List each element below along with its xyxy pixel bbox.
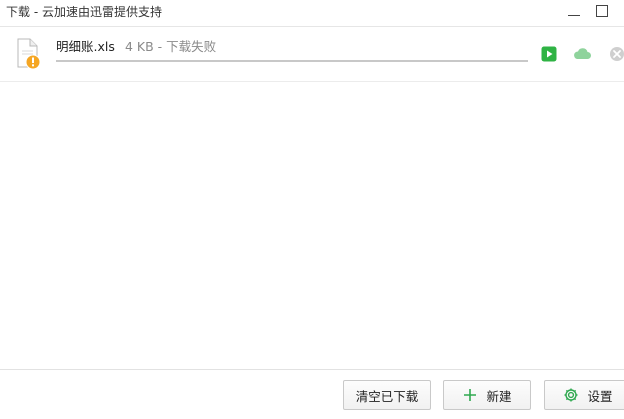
play-icon[interactable] bbox=[541, 46, 557, 62]
minimize-button[interactable] bbox=[560, 0, 588, 24]
window-title: 下载 - 云加速由迅雷提供支持 bbox=[6, 5, 162, 19]
maximize-button[interactable] bbox=[588, 0, 616, 24]
progress-bar bbox=[56, 60, 528, 62]
settings-label: 设置 bbox=[587, 388, 613, 404]
close-circle-icon[interactable] bbox=[609, 46, 624, 62]
progress-fill bbox=[56, 60, 528, 62]
minimize-icon bbox=[568, 15, 580, 16]
gear-icon bbox=[563, 387, 579, 403]
new-download-label: 新建 bbox=[486, 388, 512, 404]
download-status: 4 KB - 下载失败 bbox=[125, 39, 217, 54]
clear-downloaded-button[interactable]: 清空已下载 bbox=[343, 380, 431, 410]
file-warning-icon bbox=[15, 38, 41, 70]
settings-button[interactable]: 设置 bbox=[544, 380, 624, 410]
row-divider bbox=[0, 81, 624, 82]
clear-downloaded-label: 清空已下载 bbox=[355, 388, 419, 404]
download-item[interactable]: 明细账.xls 4 KB - 下载失败 bbox=[0, 27, 624, 81]
plus-icon bbox=[462, 387, 478, 403]
maximize-icon bbox=[596, 5, 608, 17]
cloud-icon[interactable] bbox=[572, 46, 592, 62]
footer-toolbar: 清空已下载 新建 设置 bbox=[0, 370, 624, 419]
file-name[interactable]: 明细账.xls bbox=[56, 39, 115, 55]
download-window: 下载 - 云加速由迅雷提供支持 明细账.xls 4 KB - 下载失败 清空已下… bbox=[0, 0, 624, 419]
new-download-button[interactable]: 新建 bbox=[443, 380, 531, 410]
title-bar[interactable]: 下载 - 云加速由迅雷提供支持 bbox=[0, 0, 624, 26]
